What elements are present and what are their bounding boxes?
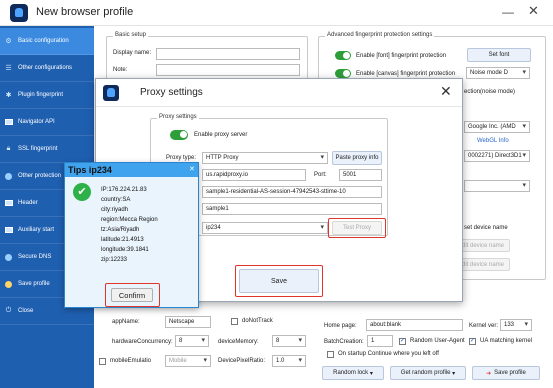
save-icon [4,280,13,289]
proxy-type-select[interactable]: HTTP Proxy [202,152,328,164]
canvas-protection-label: Enable [canvas] fingerprint protection [356,71,456,77]
webgl-info-link[interactable]: WebGL Info [477,138,509,144]
app-logo-icon [10,4,28,22]
batch-creation-label: BatchCreation: [324,339,364,345]
tip-region: region:Mecca Region [101,217,158,223]
random-user-agent-label: Random User-Agent [410,338,465,344]
extra-select[interactable] [464,180,530,192]
paste-proxy-info-button[interactable]: Paste proxy info [332,151,382,165]
app-name-label: appName: [112,319,140,325]
tips-close-button[interactable]: ✕ [189,165,195,173]
proxy-dialog-header: Proxy settings ✕ [96,79,462,107]
save-profile-button[interactable]: ➜ Save profile [472,366,540,380]
gear-icon: ⚙ [5,38,12,45]
tip-zip: zip:12233 [101,257,128,263]
note-label: Note: [113,67,128,73]
set-device-name-label: set device name [464,225,508,231]
arrow-right-icon: ➜ [486,370,492,377]
proxy-host-input[interactable]: us.rapidproxy.io [202,169,306,181]
tip-ip: IP:176.224.21.83 [101,187,147,193]
tip-country: country:SA [101,197,131,203]
random-user-agent-checkbox[interactable]: ✓ [399,338,406,345]
window-icon [4,226,13,235]
home-page-label: Home page: [324,323,357,329]
font-protection-toggle[interactable] [335,51,351,60]
ua-matching-kernel-checkbox[interactable]: ✓ [469,338,476,345]
device-pixel-ratio-label: DevicePixelRatio: [218,358,266,364]
proxy-type-label: Proxy type: [166,155,197,161]
proxy-dialog-close-button[interactable]: ✕ [440,83,452,100]
tips-popup: Tips ip234 ✕ ✔ IP:176.224.21.83 country:… [64,162,199,308]
do-not-track-checkbox[interactable] [231,318,238,325]
sidebar-item-basic-configuration[interactable]: ⚙ Basic configuration [0,28,94,55]
proxy-username-input[interactable]: sample1-residential-AS-session-47942543-… [202,186,382,198]
proxy-port-input[interactable]: 5001 [339,169,382,181]
tip-timezone: tz:Asia/Riyadh [101,227,140,233]
app-logo-icon [103,85,119,101]
monitor-icon [4,118,13,127]
device-memory-label: deviceMemory: [218,339,259,345]
confirm-highlight [105,283,160,307]
device-pixel-ratio-select[interactable]: 1.0 [272,355,306,367]
close-window-button[interactable]: ✕ [528,3,539,19]
display-name-label: Display name: [113,50,152,56]
tip-city: city:riyadh [101,207,129,213]
kernel-ver-label: Kernel ver: [469,323,499,329]
tip-longitude: longitude:39.1841 [101,247,149,253]
test-proxy-highlight [328,218,386,238]
proxy-password-input[interactable]: sample1 [202,203,382,215]
dns-icon [4,253,13,262]
lock-icon: 🔒︎ [6,145,11,152]
hardware-concurrency-select[interactable]: 8 [175,335,209,347]
display-name-input[interactable] [156,48,300,60]
minimize-button[interactable]: — [502,5,514,19]
note-input[interactable] [156,64,300,76]
mobile-emulation-label: mobileEmulatio [110,358,152,364]
enable-proxy-toggle[interactable] [170,130,188,140]
power-icon: ⏻ [5,307,12,314]
batch-creation-stepper[interactable]: 1 [367,335,393,347]
sliders-icon: ☰ [5,65,12,72]
proxy-check-select[interactable]: ip234 [202,222,328,234]
noise-mode-label: ection(noise mode) [464,89,516,95]
header-icon [4,199,13,208]
ua-matching-kernel-label: UA matching kernel [480,338,533,344]
noise-mode-select[interactable]: Noise mode D [466,67,530,79]
set-font-button[interactable]: Set font [467,48,531,62]
tips-body: ✔ IP:176.224.21.83 country:SA city:riyad… [65,177,198,307]
window-title: New browser profile [36,6,134,18]
shield-icon [4,172,13,181]
startup-continue-label: On startup Continue where you left off [338,351,439,357]
sidebar-item-other-configurations[interactable]: ☰ Other configurations [0,55,94,82]
do-not-track-label: doNotTrack [242,318,273,324]
port-label: Port: [314,172,327,178]
startup-continue-checkbox[interactable] [327,351,334,358]
kernel-ver-select[interactable]: 133 [500,319,532,331]
canvas-protection-toggle[interactable] [335,69,351,78]
sidebar-item-ssl-fingerprint[interactable]: 🔒︎ SSL fingerprint [0,136,94,163]
webgl-vendor-select[interactable]: Google Inc. (AMD [464,121,530,133]
font-protection-label: Enable [font] fingerprint protection [356,53,447,59]
tips-title: Tips ip234 [68,165,112,175]
mobile-select[interactable]: Mobile [165,355,211,367]
device-memory-select[interactable]: 8 [272,335,306,347]
mobile-emulation-checkbox[interactable] [99,358,106,365]
save-highlight [235,265,323,297]
plugin-icon: ✱ [5,92,12,99]
success-check-icon: ✔ [73,183,91,201]
hardware-concurrency-label: hardwareConcurrency: [112,339,173,345]
tip-latitude: latitude:21.4913 [101,237,144,243]
proxy-dialog-title: Proxy settings [140,87,203,98]
app-name-input[interactable]: Netscape [165,316,211,328]
sidebar-item-navigator-api[interactable]: Navigator API [0,109,94,136]
home-page-input[interactable]: about:blank [366,319,463,331]
get-random-profile-button[interactable]: Get random profile ▾ [390,366,466,380]
webgl-renderer-select[interactable]: 0002271) Direct3D1 [464,150,530,162]
random-lock-button[interactable]: Random lock ▾ [322,366,384,380]
enable-proxy-label: Enable proxy server [194,132,248,138]
title-bar: New browser profile — ✕ [0,0,553,26]
sidebar-item-plugin-fingerprint[interactable]: ✱ Plugin fingerprint [0,82,94,109]
